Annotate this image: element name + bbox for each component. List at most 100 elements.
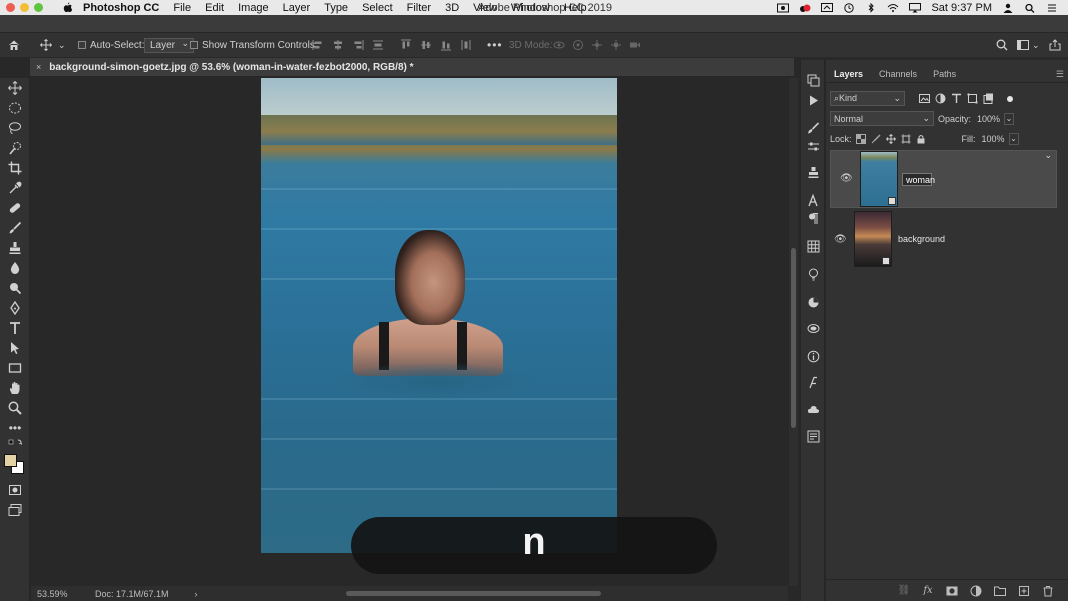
mirroring-icon[interactable] [821,2,834,13]
minimize-window-button[interactable] [20,3,29,12]
menu-clock[interactable]: Sat 9:37 PM [931,2,992,14]
align-right-edges-icon[interactable] [352,39,364,51]
close-document-icon[interactable]: × [36,62,41,72]
lock-all-icon[interactable] [916,134,926,144]
swatches-panel-button[interactable] [807,240,821,254]
bluetooth-icon[interactable] [865,2,877,13]
apple-icon[interactable] [63,2,73,13]
align-vertical-centers-icon[interactable] [420,39,432,51]
spotlight-search-icon[interactable] [1024,3,1036,13]
menu-select[interactable]: Select [362,2,393,14]
menu-image[interactable]: Image [238,2,269,14]
lock-transparent-pixels-icon[interactable] [855,133,866,144]
info-panel-button[interactable] [807,350,821,364]
foreground-color-swatch[interactable] [4,454,17,467]
creative-cloud-icon[interactable] [799,3,811,13]
canvas-area[interactable] [31,78,788,586]
adjustments-button[interactable] [807,140,821,154]
menu-3d[interactable]: 3D [445,2,459,14]
user-icon[interactable] [1002,3,1014,13]
layer-row-woman[interactable]: 👁 woman [830,149,1057,208]
zoom-tool[interactable] [6,400,24,416]
paragraph-panel-button[interactable] [807,212,821,226]
brush-settings-button[interactable] [807,122,821,136]
history-panel-button[interactable] [807,74,821,88]
show-transform-controls-checkbox[interactable]: Show Transform Controls [190,33,315,57]
path-selection-tool[interactable] [6,340,24,356]
visibility-eye-icon[interactable]: 👁 [840,173,853,185]
crop-tool[interactable] [6,160,24,176]
3d-slide-icon[interactable] [610,39,622,51]
home-button[interactable] [8,33,20,57]
dodge-tool[interactable] [6,280,24,296]
more-options-icon[interactable]: ••• [487,33,503,57]
distribute-vertical-icon[interactable] [460,39,472,51]
filter-kind-dropdown[interactable]: ⌕Kind ⌄ [830,91,905,106]
tab-channels[interactable]: Channels [871,66,925,83]
document-image[interactable] [261,78,617,553]
scroll-thumb[interactable] [791,248,796,428]
add-mask-button[interactable] [946,585,958,597]
adjustment-filter-icon[interactable] [935,93,946,104]
opacity-slider-toggle[interactable]: ⌄ [1004,112,1015,125]
3d-pan-icon[interactable] [591,39,603,51]
align-top-edges-icon[interactable] [400,39,412,51]
learn-panel-button[interactable] [807,268,821,282]
brush-tool[interactable] [6,220,24,236]
workspace-switcher[interactable]: ⌄ [1017,33,1040,57]
3d-panel-button[interactable] [807,403,821,417]
panel-menu-icon[interactable]: ☰ [1056,69,1064,80]
quick-selection-tool[interactable] [6,140,24,156]
status-menu-arrow[interactable]: › [195,589,198,599]
swap-colors-icon[interactable] [6,439,24,449]
menu-filter[interactable]: Filter [407,2,431,14]
visibility-eye-icon[interactable]: 👁 [834,234,847,245]
hand-tool[interactable] [6,380,24,396]
search-button[interactable] [996,33,1008,57]
lock-artboard-icon[interactable] [900,133,911,144]
scroll-thumb[interactable] [346,591,601,596]
glyphs-panel-button[interactable] [807,376,821,390]
move-tool-preset[interactable]: ⌄ [40,33,66,57]
layer-row-background[interactable]: 👁 background [830,210,1057,268]
3d-orbit-icon[interactable] [553,39,565,51]
layer-name-input[interactable]: woman [902,172,935,186]
color-panel-button[interactable] [807,296,821,310]
notification-center-icon[interactable] [1046,3,1058,13]
align-horizontal-centers-icon[interactable] [332,39,344,51]
pixel-filter-icon[interactable] [919,93,930,104]
tab-paths[interactable]: Paths [925,66,964,83]
properties-panel-button[interactable] [807,430,821,444]
menu-edit[interactable]: Edit [205,2,224,14]
menu-type[interactable]: Type [324,2,348,14]
healing-brush-tool[interactable] [6,200,24,216]
align-bottom-edges-icon[interactable] [440,39,452,51]
screen-mode-button[interactable] [6,502,24,518]
tab-layers[interactable]: Layers [826,66,871,83]
edit-toolbar-icon[interactable]: ••• [6,420,24,436]
filter-toggle-icon[interactable] [1007,95,1013,102]
zoom-level[interactable]: 53.59% [37,589,91,599]
lock-image-pixels-icon[interactable] [871,134,881,144]
new-layer-button[interactable] [1018,585,1030,597]
new-adjustment-layer-button[interactable] [970,585,982,597]
type-filter-icon[interactable] [951,93,962,104]
3d-scale-icon[interactable] [629,39,641,51]
libraries-panel-button[interactable] [807,322,821,336]
add-layer-style-button[interactable]: fx [922,585,934,597]
lock-position-icon[interactable] [885,133,896,144]
rectangle-tool[interactable] [6,360,24,376]
airplay-icon[interactable] [909,2,922,13]
close-window-button[interactable] [6,3,15,12]
type-tool[interactable] [6,320,24,336]
screen-record-icon[interactable] [777,3,790,13]
opacity-input[interactable]: 100% [974,111,1005,126]
auto-select-dropdown[interactable]: Layer [144,33,195,57]
wifi-icon[interactable] [887,3,899,13]
marquee-tool[interactable] [6,100,24,116]
eyedropper-tool[interactable] [6,180,24,196]
lasso-tool[interactable] [6,120,24,136]
blur-tool[interactable] [6,260,24,276]
menu-layer[interactable]: Layer [283,2,311,14]
align-left-edges-icon[interactable] [312,39,324,51]
